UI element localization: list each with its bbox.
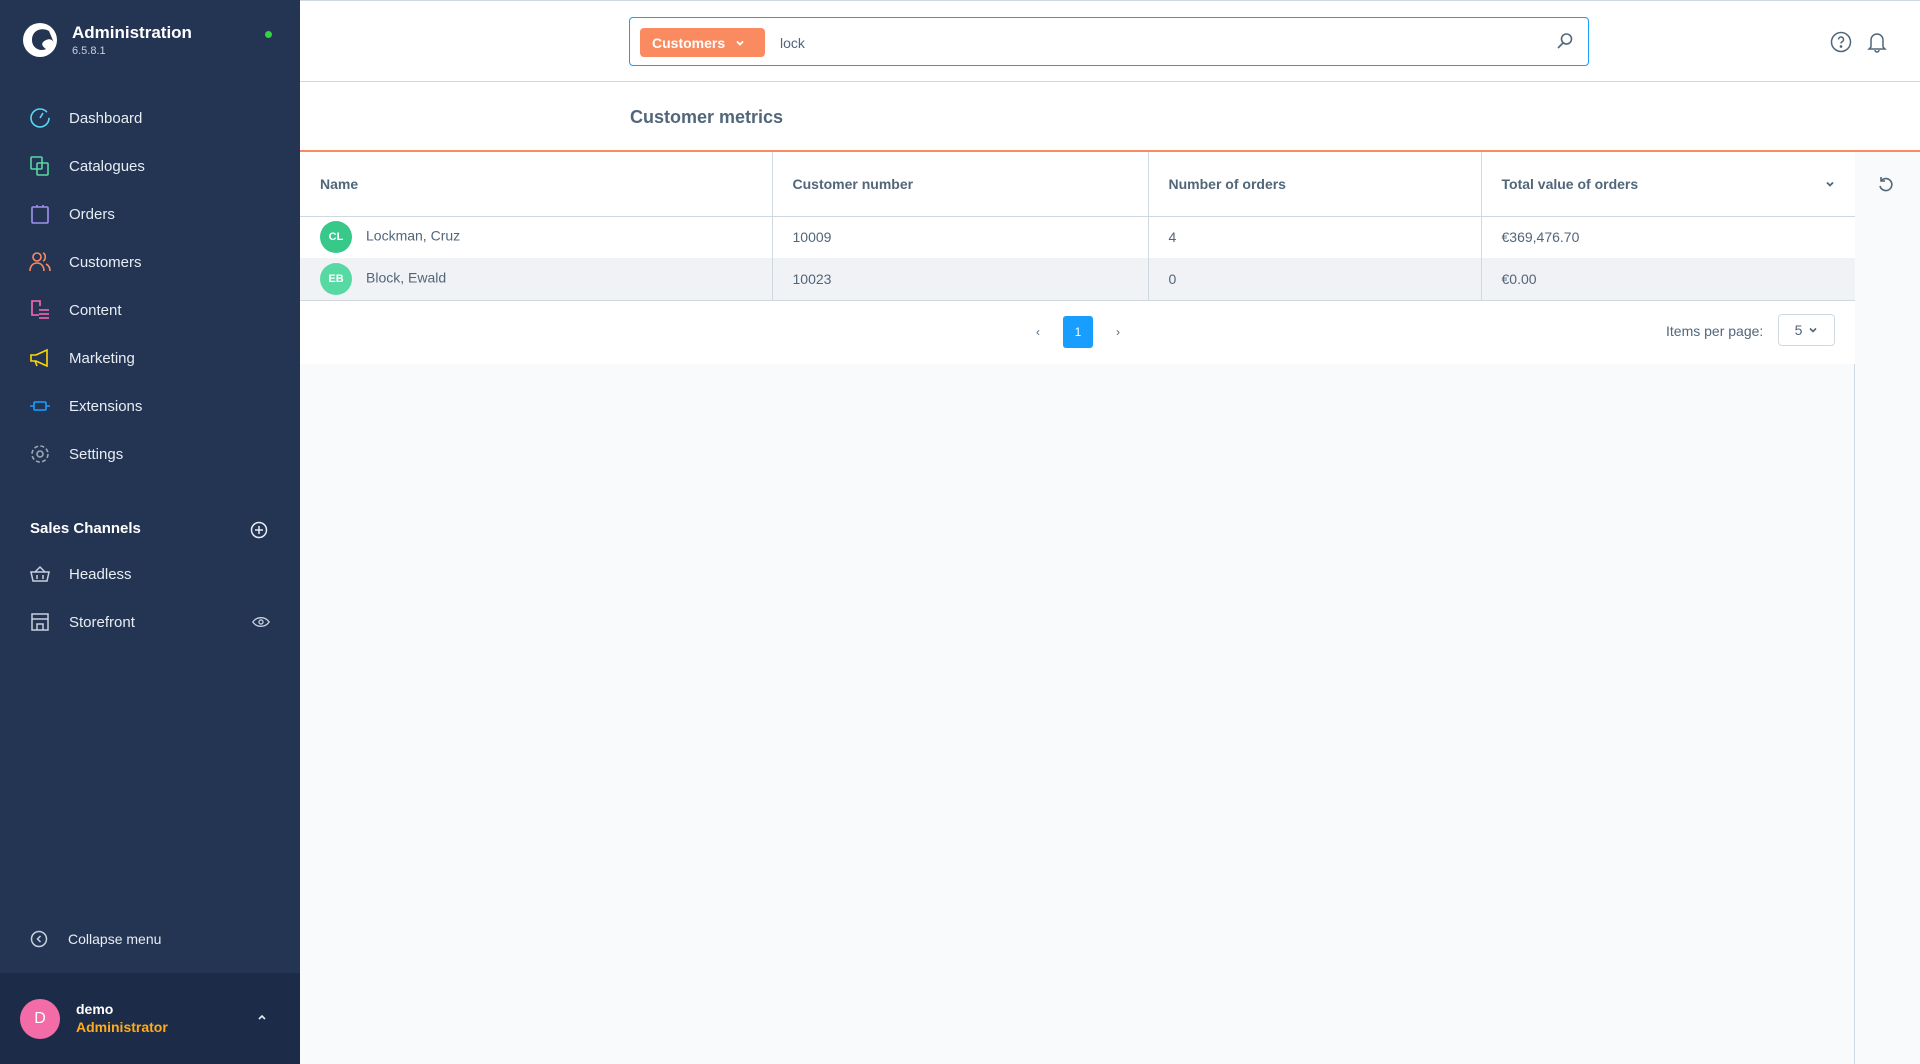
column-header-label: Total value of orders (1501, 175, 1639, 192)
column-header-total-value[interactable]: Total value of orders (1481, 152, 1855, 217)
sidebar-item-label: Headless (69, 565, 132, 583)
table-header: Name Customer number Number of orders To… (300, 152, 1855, 217)
top-bar: Customers (300, 0, 1920, 82)
sidebar-item-content[interactable]: Content (0, 290, 300, 330)
table-row[interactable]: EB Block, Ewald 10023 0 €0.00 (300, 258, 1855, 301)
sidebar-item-label: Marketing (69, 349, 135, 367)
search-type-label: Customers (652, 34, 726, 51)
sidebar-item-label: Extensions (69, 397, 143, 415)
app-title: Administration (72, 23, 192, 42)
next-page-button[interactable]: › (1103, 316, 1133, 348)
pagination: ‹ 1 › Items per page: 5 (300, 314, 1855, 348)
marketing-icon (30, 348, 48, 368)
sidebar-item-label: Storefront (69, 613, 135, 631)
sidebar-item-catalogues[interactable]: Catalogues (0, 146, 300, 186)
total-value: €0.00 (1481, 258, 1855, 301)
prev-page-button[interactable]: ‹ (1023, 316, 1053, 348)
chevron-down-icon (736, 40, 744, 46)
chevron-up-icon[interactable] (256, 1011, 268, 1023)
user-menu[interactable]: D demo Administrator (0, 973, 300, 1064)
refresh-icon[interactable] (1876, 175, 1896, 195)
content-icon (31, 300, 49, 319)
sidebar-item-dashboard[interactable]: Dashboard (0, 98, 300, 138)
search-icon[interactable] (1556, 32, 1574, 50)
sidebar: Administration 6.5.8.1 Dashboard Catalog… (0, 0, 300, 1064)
sidebar-item-label: Orders (69, 205, 115, 223)
items-per-page-value: 5 (1794, 322, 1803, 338)
status-dot (265, 31, 272, 38)
global-search: Customers (629, 17, 1589, 66)
storefront-icon (31, 613, 49, 631)
content-area: Name Customer number Number of orders To… (300, 152, 1855, 1064)
number-of-orders: 4 (1148, 216, 1482, 258)
eye-icon[interactable] (252, 611, 270, 633)
customers-icon (29, 252, 51, 272)
help-icon[interactable] (1830, 31, 1852, 53)
customer-number: 10023 (772, 258, 1149, 301)
search-input[interactable] (780, 30, 1540, 55)
avatar: D (20, 999, 60, 1039)
collapse-menu-label: Collapse menu (68, 931, 162, 947)
sidebar-item-settings[interactable]: Settings (0, 434, 300, 474)
dashboard-icon (30, 108, 50, 128)
app-version: 6.5.8.1 (72, 45, 106, 57)
catalogues-icon (30, 156, 49, 176)
extensions-icon (30, 401, 50, 411)
customer-name[interactable]: Block, Ewald (366, 269, 446, 285)
page-title: Customer metrics (630, 107, 784, 127)
search-type-dropdown[interactable]: Customers (640, 28, 765, 57)
sidebar-item-label: Customers (69, 253, 142, 271)
page-button-current[interactable]: 1 (1063, 316, 1093, 348)
collapse-menu-button[interactable]: Collapse menu (30, 930, 161, 948)
customer-avatar: CL (320, 221, 352, 254)
shopware-logo-icon (23, 23, 57, 57)
total-value: €369,476.70 (1501, 229, 1580, 246)
sidebar-item-customers[interactable]: Customers (0, 242, 300, 282)
column-header-customer-number[interactable]: Customer number (772, 152, 1149, 217)
items-per-page-select[interactable]: 5 (1778, 314, 1835, 346)
number-of-orders: 0 (1148, 258, 1482, 301)
sales-channel-storefront[interactable]: Storefront (0, 602, 300, 642)
orders-icon (31, 205, 49, 224)
page-header: Customer metrics (300, 82, 1920, 152)
user-name: demo (76, 1001, 114, 1017)
column-header-number-of-orders[interactable]: Number of orders (1148, 152, 1482, 217)
items-per-page-label: Items per page: (1666, 323, 1764, 339)
basket-icon (30, 565, 50, 582)
sidebar-item-label: Catalogues (69, 157, 145, 175)
table-row[interactable]: CL Lockman, Cruz 10009 4 €369,476.70 (300, 216, 1855, 258)
customer-avatar: EB (320, 262, 352, 295)
sales-channel-headless[interactable]: Headless (0, 554, 300, 594)
sidebar-item-extensions[interactable]: Extensions (0, 386, 300, 426)
sidebar-item-label: Content (69, 301, 122, 319)
add-sales-channel-icon[interactable] (250, 521, 268, 539)
chevron-left-circle-icon (30, 930, 48, 948)
sort-chevron-down-icon[interactable] (1825, 179, 1835, 189)
sidebar-item-label: Dashboard (69, 109, 143, 127)
sales-channels-title: Sales Channels (30, 520, 141, 537)
sidebar-item-label: Settings (69, 445, 124, 463)
sidebar-item-orders[interactable]: Orders (0, 194, 300, 234)
chevron-down-icon (1809, 327, 1817, 333)
bell-icon[interactable] (1866, 31, 1888, 53)
customer-number: 10009 (772, 216, 1149, 258)
user-role: Administrator (76, 1019, 168, 1035)
column-header-name[interactable]: Name (300, 152, 773, 217)
customer-metrics-grid: Name Customer number Number of orders To… (300, 152, 1855, 364)
brand[interactable]: Administration 6.5.8.1 (22, 22, 192, 58)
settings-icon (31, 445, 49, 463)
customer-name[interactable]: Lockman, Cruz (366, 228, 460, 244)
sidebar-item-marketing[interactable]: Marketing (0, 338, 300, 378)
